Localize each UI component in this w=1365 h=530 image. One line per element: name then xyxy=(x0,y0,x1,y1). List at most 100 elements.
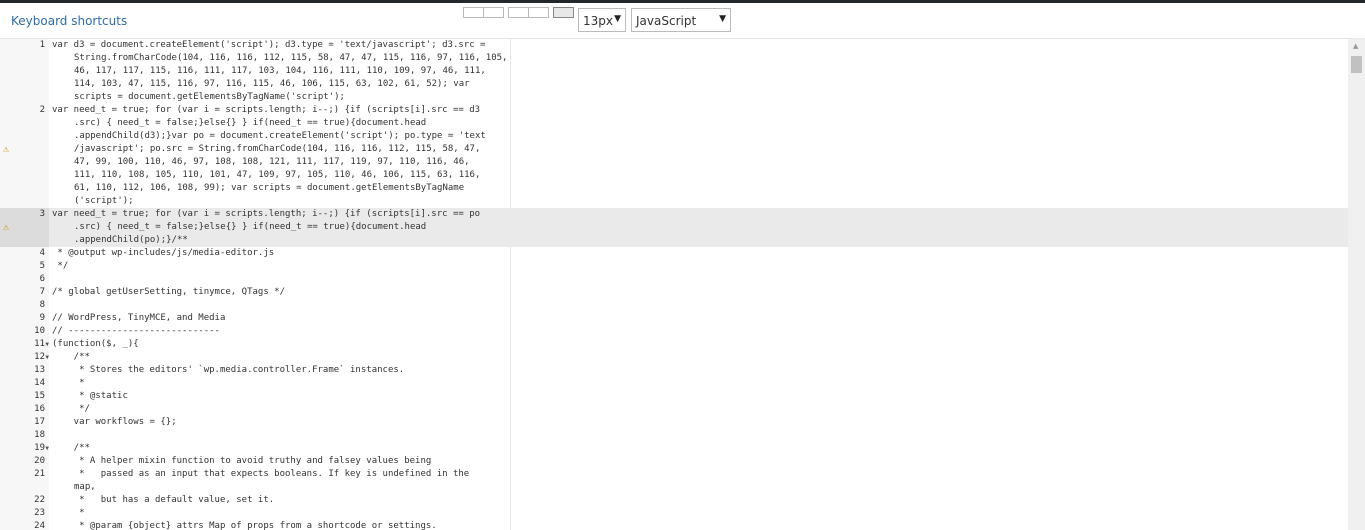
warning-icon[interactable]: ⚠ xyxy=(3,221,9,234)
line-number: 19 ▼ xyxy=(0,442,49,455)
search-button-group xyxy=(463,7,504,18)
line-number-text: 13 xyxy=(34,365,45,375)
font-size-select[interactable]: 13px ▼ xyxy=(578,8,626,32)
line-number: 17 xyxy=(0,416,49,429)
code-line[interactable]: 9 // WordPress, TinyMCE, and Media xyxy=(0,312,1348,325)
line-number: 16 xyxy=(0,403,49,416)
code-text: * @static xyxy=(49,390,128,403)
code-text xyxy=(49,429,57,442)
line-number: 11 ▼ xyxy=(0,338,49,351)
code-line[interactable]: 19 ▼ /** xyxy=(0,442,1348,455)
line-number-text: 10 xyxy=(34,326,45,336)
line-number-text: 16 xyxy=(34,404,45,414)
wrapped-line-text: 114, 103, 47, 115, 116, 97, 116, 115, 46… xyxy=(74,79,470,89)
code-content[interactable]: 1 var d3 = document.createElement('script… xyxy=(0,39,1348,530)
code-line-text: * @param {object} attrs Map of props fro… xyxy=(52,521,437,530)
code-line[interactable]: 15 * @static xyxy=(0,390,1348,403)
code-line[interactable]: 5 */ xyxy=(0,260,1348,273)
code-line[interactable]: 18 xyxy=(0,429,1348,442)
line-number: 15 xyxy=(0,390,49,403)
line-number-text: 19 xyxy=(34,443,45,453)
code-line-text: /* global getUserSetting, tinymce, QTags… xyxy=(52,287,285,297)
language-mode-select[interactable]: JavaScript ▼ xyxy=(631,8,731,32)
line-number: 4 xyxy=(0,247,49,260)
code-text: /* global getUserSetting, tinymce, QTags… xyxy=(49,286,285,299)
line-number-text: 21 xyxy=(34,469,45,479)
line-number-text: 23 xyxy=(34,508,45,518)
code-line-text: (function($, _){ xyxy=(52,339,139,349)
code-text: * @output wp-includes/js/media-editor.js xyxy=(49,247,274,260)
line-number-text: 22 xyxy=(34,495,45,505)
code-line[interactable]: 2 ⚠ var need_t = true; for (var i = script… xyxy=(0,104,1348,208)
fold-arrow-icon[interactable]: ▼ xyxy=(45,351,49,364)
code-line[interactable]: 3 ⚠ var need_t = true; for (var i = script… xyxy=(0,208,1348,247)
wrapped-line-text: /javascript'; po.src = String.fromCharCo… xyxy=(74,144,481,154)
code-text: * but has a default value, set it. xyxy=(49,494,274,507)
wrapped-line-text: .appendChild(po);}/** xyxy=(74,235,188,245)
line-number: 21 xyxy=(0,468,49,494)
line-number-text: 3 xyxy=(39,209,45,219)
line-number: 18 xyxy=(0,429,49,442)
code-text: */ xyxy=(49,260,68,273)
code-line-text: * Stores the editors' `wp.media.controll… xyxy=(52,365,405,375)
line-number: 14 xyxy=(0,377,49,390)
code-line-text xyxy=(52,299,57,312)
code-line-text: var d3 = document.createElement('script'… xyxy=(52,40,486,50)
fold-arrow-icon[interactable]: ▼ xyxy=(45,442,49,455)
code-line[interactable]: 12 ▼ /** xyxy=(0,351,1348,364)
code-text: /** xyxy=(49,351,90,364)
scroll-up-icon[interactable]: ▲ xyxy=(1353,42,1358,50)
code-line[interactable]: 6 xyxy=(0,273,1348,286)
undo-button[interactable] xyxy=(508,7,529,18)
code-line-text xyxy=(52,273,57,286)
code-line[interactable]: 1 var d3 = document.createElement('script… xyxy=(0,39,1348,104)
line-number: 3 ⚠ xyxy=(0,208,49,247)
code-text: // ---------------------------- xyxy=(49,325,220,338)
wrapped-line-text: 46, 117, 117, 115, 116, 111, 117, 103, 1… xyxy=(74,66,486,76)
code-line[interactable]: 14 * xyxy=(0,377,1348,390)
code-line[interactable]: 11 ▼ (function($, _){ xyxy=(0,338,1348,351)
code-line[interactable]: 4 * @output wp-includes/js/media-editor.… xyxy=(0,247,1348,260)
warning-icon[interactable]: ⚠ xyxy=(3,143,9,156)
line-number: 12 ▼ xyxy=(0,351,49,364)
line-number: 8 xyxy=(0,299,49,312)
line-number-text: 1 xyxy=(39,40,45,50)
code-text: * @param {object} attrs Map of props fro… xyxy=(49,520,437,530)
code-line[interactable]: 20 * A helper mixin function to avoid tr… xyxy=(0,455,1348,468)
line-number-text: 5 xyxy=(39,261,45,271)
line-number-text: 9 xyxy=(39,313,45,323)
search-button[interactable] xyxy=(463,7,484,18)
code-editor[interactable]: 1 var d3 = document.createElement('script… xyxy=(0,39,1365,530)
replace-button[interactable] xyxy=(484,7,504,18)
code-text xyxy=(49,273,57,286)
code-line-text: * xyxy=(52,508,85,518)
redo-button[interactable] xyxy=(529,7,549,18)
code-line[interactable]: 23 * xyxy=(0,507,1348,520)
code-line[interactable]: 13 * Stores the editors' `wp.media.contr… xyxy=(0,364,1348,377)
wrapped-line-text: scripts = document.getElementsByTagName(… xyxy=(74,92,345,102)
code-line[interactable]: 17 var workflows = {}; xyxy=(0,416,1348,429)
keyboard-shortcuts-link[interactable]: Keyboard shortcuts xyxy=(11,14,127,28)
code-line-text: * xyxy=(52,378,85,388)
vertical-scrollbar[interactable]: ▲ xyxy=(1348,39,1365,530)
code-line[interactable]: 8 xyxy=(0,299,1348,312)
code-line[interactable]: 16 */ xyxy=(0,403,1348,416)
code-line[interactable]: 21 * passed as an input that expects boo… xyxy=(0,468,1348,494)
code-line-text: * @output wp-includes/js/media-editor.js xyxy=(52,248,275,258)
line-number-text: 14 xyxy=(34,378,45,388)
code-line[interactable]: 22 * but has a default value, set it. xyxy=(0,494,1348,507)
font-size-value: 13px xyxy=(583,14,613,28)
language-mode-value: JavaScript xyxy=(636,14,697,28)
line-number: 5 xyxy=(0,260,49,273)
code-line[interactable]: 24 * @param {object} attrs Map of props … xyxy=(0,520,1348,530)
scrollbar-thumb[interactable] xyxy=(1351,56,1362,73)
line-number-text: 7 xyxy=(39,287,45,297)
fold-arrow-icon[interactable]: ▼ xyxy=(45,338,49,351)
line-wrap-toggle[interactable] xyxy=(553,7,574,18)
history-button-group xyxy=(508,7,549,18)
line-number: 10 xyxy=(0,325,49,338)
code-line[interactable]: 10 // ---------------------------- xyxy=(0,325,1348,338)
line-number: 23 xyxy=(0,507,49,520)
line-number-text: 18 xyxy=(34,430,45,440)
code-line[interactable]: 7 /* global getUserSetting, tinymce, QTag… xyxy=(0,286,1348,299)
